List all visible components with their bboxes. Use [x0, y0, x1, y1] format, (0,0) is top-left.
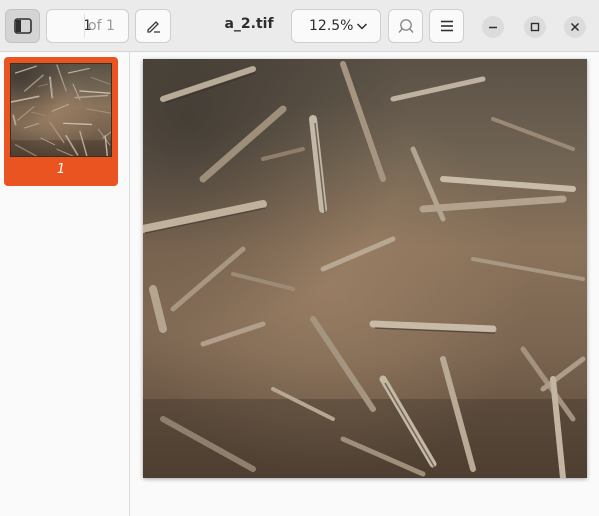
sidebar-toggle-button[interactable]	[5, 9, 40, 43]
page-number-entry[interactable]: 1 of 1	[46, 9, 129, 43]
search-icon	[397, 17, 415, 35]
minimize-icon	[488, 22, 498, 32]
header-bar: 1 of 1 a_2.tif 12.5%	[0, 0, 599, 52]
chevron-down-icon	[356, 20, 368, 32]
annotate-button[interactable]	[135, 9, 171, 43]
thumbnail-picture	[11, 64, 111, 156]
maximize-button[interactable]	[524, 16, 546, 38]
zoom-dropdown[interactable]: 12.5%	[291, 9, 381, 43]
document-title: a_2.tif	[224, 16, 274, 32]
annotate-pen-icon	[145, 18, 161, 34]
maximize-icon	[530, 22, 540, 32]
zoom-level: 12.5%	[309, 18, 354, 34]
menu-icon	[440, 20, 454, 32]
thumbnail-sidebar: 1	[0, 52, 130, 516]
close-icon	[570, 22, 580, 32]
sidebar-toggle-icon	[13, 18, 32, 34]
page-total-label: of 1	[88, 18, 115, 34]
document-view[interactable]	[131, 52, 599, 516]
page-thumbnail-1[interactable]: 1	[4, 57, 118, 186]
page-image	[143, 59, 587, 478]
thumbnail-image	[10, 63, 112, 157]
thumbnail-label: 1	[56, 162, 66, 177]
close-button[interactable]	[564, 16, 586, 38]
search-button[interactable]	[388, 9, 423, 43]
document-page	[143, 59, 587, 478]
page-entry-divider	[84, 14, 85, 38]
main-menu-button[interactable]	[429, 9, 464, 43]
minimize-button[interactable]	[482, 16, 504, 38]
